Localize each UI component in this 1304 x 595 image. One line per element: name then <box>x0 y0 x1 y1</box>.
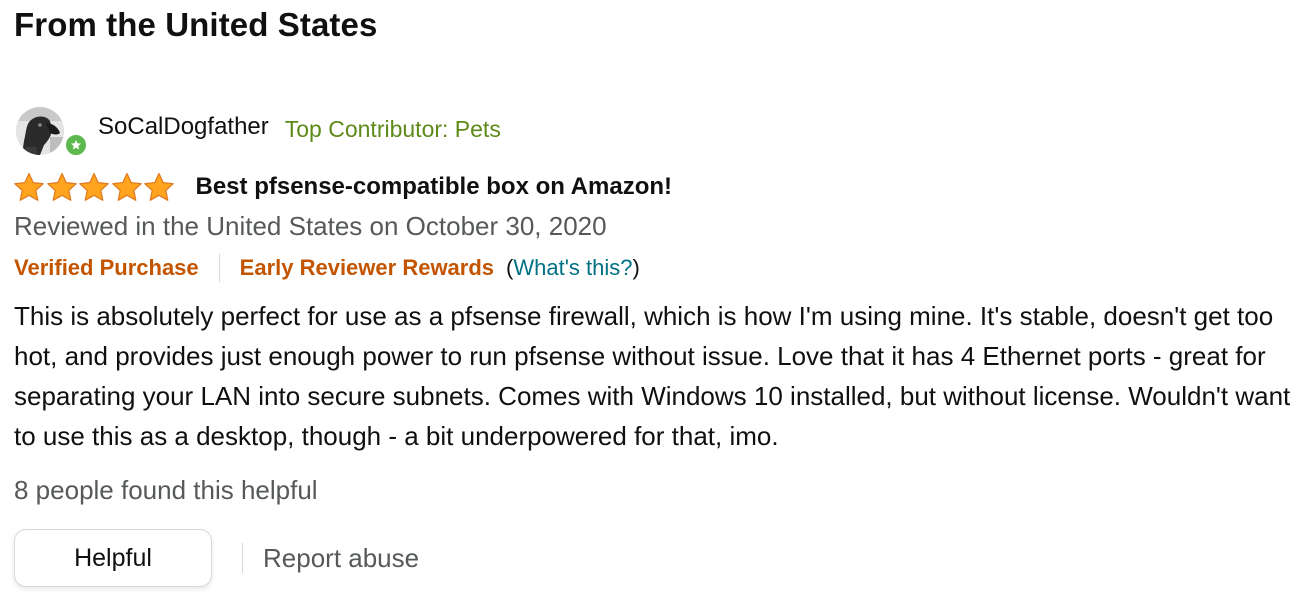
star-rating[interactable] <box>13 172 176 202</box>
section-title: From the United States <box>14 6 378 43</box>
paren-close: ) <box>632 255 640 280</box>
star-icon <box>46 172 77 201</box>
whats-this-link[interactable]: What's this? <box>513 255 632 280</box>
rating-row: Best pfsense-compatible box on Amazon! <box>13 168 672 206</box>
review-date: Reviewed in the United States on October… <box>14 211 607 241</box>
reviews-page: From the United States SoCalDogfather To… <box>0 0 1304 595</box>
verified-purchase-badge: Verified Purchase <box>14 255 199 280</box>
star-icon <box>111 172 142 201</box>
star-badge-icon <box>64 133 88 157</box>
badge-divider <box>218 254 220 282</box>
review-title[interactable]: Best pfsense-compatible box on Amazon! <box>196 173 673 201</box>
review-actions: Helpful Report abuse <box>14 529 419 587</box>
review-badges: Verified Purchase Early Reviewer Rewards… <box>14 254 640 282</box>
avatar[interactable] <box>14 104 88 157</box>
whats-this-wrapper: (What's this?) <box>506 255 640 281</box>
report-abuse-link[interactable]: Report abuse <box>263 543 419 574</box>
helpful-button[interactable]: Helpful <box>14 529 212 587</box>
reviewer-profile[interactable]: SoCalDogfather Top Contributor: Pets <box>14 104 501 157</box>
star-icon <box>79 172 109 201</box>
helpful-count: 8 people found this helpful <box>14 475 318 505</box>
star-icon <box>14 172 44 201</box>
reviewer-name[interactable]: SoCalDogfather <box>98 113 269 141</box>
contributor-badge: Top Contributor: Pets <box>284 115 501 142</box>
early-reviewer-badge: Early Reviewer Rewards <box>239 255 495 280</box>
review-body: This is absolutely perfect for use as a … <box>14 301 1291 451</box>
actions-divider <box>242 543 243 573</box>
star-icon <box>144 172 174 201</box>
dog-avatar-icon <box>16 107 64 155</box>
